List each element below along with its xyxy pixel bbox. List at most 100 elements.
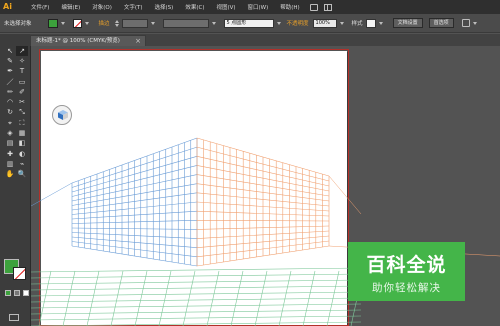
opacity-dropdown-icon[interactable]: [339, 21, 344, 25]
opacity-field[interactable]: 100%: [312, 18, 337, 28]
watermark-subtitle: 助你轻松解决: [372, 282, 441, 294]
ground-grid-horizontal: [31, 267, 362, 273]
stroke-dropdown-icon[interactable]: [84, 21, 89, 25]
tool-24-icon[interactable]: ✋: [4, 170, 16, 180]
ground-grid-horizontal: [31, 297, 362, 303]
tool-15-icon[interactable]: ⛶: [16, 118, 28, 128]
opacity-panel-link[interactable]: 不透明度: [287, 19, 309, 27]
document-tab-bar: 未标题-1* @ 100% (CMYK/预览) ×: [30, 34, 500, 46]
menu-file[interactable]: 文件(F): [25, 3, 55, 11]
ground-grid-vertical: [86, 270, 100, 326]
gradient-mode-button[interactable]: [14, 290, 20, 296]
brush-dropdown-icon[interactable]: [276, 21, 281, 25]
fill-dropdown-icon[interactable]: [60, 21, 65, 25]
panel-menu-icon[interactable]: [472, 21, 477, 25]
tool-9-icon[interactable]: ✐: [16, 87, 28, 97]
tool-13-icon[interactable]: ⤡: [16, 108, 28, 118]
ground-grid-horizontal: [31, 315, 362, 321]
tool-19-icon[interactable]: ◧: [16, 139, 28, 149]
tool-22-icon[interactable]: ▥: [4, 159, 16, 169]
stroke-panel-link[interactable]: 描边: [99, 19, 110, 27]
tool-12-icon[interactable]: ↻: [4, 108, 16, 118]
ground-grid-vertical: [278, 270, 292, 326]
menu-view[interactable]: 视图(V): [210, 3, 241, 11]
arrange-documents-icon[interactable]: [323, 3, 332, 11]
tool-8-icon[interactable]: ✏: [4, 87, 16, 97]
cube-icon: [58, 110, 68, 120]
menu-type[interactable]: 文字(T): [118, 3, 149, 11]
graphic-style-dropdown-icon[interactable]: [378, 21, 383, 25]
app-logo: Ai: [3, 2, 12, 11]
tool-2-icon[interactable]: ✎: [4, 56, 16, 66]
tools-panel: ↖ ↗ ✎ ✧ ✒ T ／ ▭ ✏ ✐ ◠ ✂ ↻ ⤡ ⌖ ⛶ ◈ ▦ ▤ ◧ ✚ ◐ ▥ ⌁ ✋ 🔍: [0, 34, 31, 326]
ground-grid-vertical: [134, 270, 148, 326]
menu-effect[interactable]: 效果(C): [179, 3, 210, 11]
menu-object[interactable]: 对象(O): [86, 3, 118, 11]
bridge-icon[interactable]: [309, 3, 318, 11]
menu-select[interactable]: 选择(S): [149, 3, 180, 11]
menu-bar: Ai 文件(F) 编辑(E) 对象(O) 文字(T) 选择(S) 效果(C) 视…: [0, 0, 500, 14]
tool-18-icon[interactable]: ▤: [4, 139, 16, 149]
align-options-icon[interactable]: [461, 19, 470, 27]
tool-16-icon[interactable]: ◈: [4, 128, 16, 138]
ground-grid-vertical: [110, 270, 124, 326]
document-setup-button[interactable]: 文档设置: [392, 18, 423, 28]
tab-close-icon[interactable]: ×: [135, 36, 141, 46]
screen-mode-icon[interactable]: [9, 314, 19, 321]
ground-grid-horizontal: [31, 303, 362, 309]
menu-window[interactable]: 窗口(W): [242, 3, 275, 11]
ground-grid-horizontal: [31, 321, 362, 326]
right-vanishing-guide: [328, 175, 362, 215]
stroke-weight-field[interactable]: [121, 18, 148, 28]
variable-width-field[interactable]: [162, 18, 209, 28]
color-mode-row: [5, 290, 29, 296]
stroke-weight-dropdown-icon[interactable]: [150, 21, 155, 25]
tool-11-icon[interactable]: ✂: [16, 97, 28, 107]
menu-edit[interactable]: 编辑(E): [55, 3, 86, 11]
variable-width-dropdown-icon[interactable]: [211, 21, 216, 25]
ground-grid-horizontal: [31, 273, 362, 279]
tool-6-icon[interactable]: ／: [4, 77, 16, 87]
ground-grid-horizontal: [31, 279, 362, 285]
tool-1-icon[interactable]: ↗: [16, 46, 28, 57]
color-mode-button[interactable]: [5, 290, 11, 296]
ground-grid-vertical: [158, 270, 172, 326]
style-label: 样式: [351, 21, 363, 27]
tool-10-icon[interactable]: ◠: [4, 97, 16, 107]
tool-20-icon[interactable]: ✚: [4, 149, 16, 159]
tool-7-icon[interactable]: ▭: [16, 77, 28, 87]
graphic-style-swatch[interactable]: [365, 18, 376, 28]
document-tab-title: 未标题-1* @ 100% (CMYK/预览): [36, 38, 120, 44]
menu-icons: [309, 3, 332, 11]
none-mode-button[interactable]: [23, 290, 29, 296]
ground-grid-vertical: [62, 270, 76, 326]
tool-4-icon[interactable]: ✒: [4, 67, 16, 77]
ground-grid-vertical: [254, 270, 268, 326]
control-bar: 未选择对象 描边 5 点圆形 不透明度 100% 样式 文档设置 首选项: [0, 14, 500, 33]
tool-21-icon[interactable]: ◐: [16, 149, 28, 159]
tool-5-icon[interactable]: T: [16, 67, 28, 77]
stroke-color-box[interactable]: [13, 267, 26, 280]
tool-grid: ↖ ↗ ✎ ✧ ✒ T ／ ▭ ✏ ✐ ◠ ✂ ↻ ⤡ ⌖ ⛶ ◈ ▦ ▤ ◧ ✚ ◐ ▥ ⌁ ✋ 🔍: [4, 46, 28, 180]
ground-grid-horizontal: [31, 309, 362, 315]
preferences-button[interactable]: 首选项: [428, 18, 454, 28]
tool-17-icon[interactable]: ▦: [16, 128, 28, 138]
left-vanishing-guide: [31, 182, 73, 207]
tool-0-icon[interactable]: ↖: [4, 46, 16, 56]
fill-color-swatch[interactable]: [47, 18, 58, 28]
menu-help[interactable]: 帮助(H): [274, 3, 305, 11]
stroke-weight-stepper-icon[interactable]: [114, 19, 120, 28]
watermark-title: 百科全说: [366, 254, 447, 276]
perspective-plane-widget[interactable]: [52, 105, 72, 125]
tool-25-icon[interactable]: 🔍: [16, 170, 28, 180]
tool-14-icon[interactable]: ⌖: [4, 118, 16, 128]
brush-definition-field[interactable]: 5 点圆形: [223, 18, 274, 28]
tool-23-icon[interactable]: ⌁: [16, 159, 28, 169]
ground-grid-vertical: [38, 270, 52, 326]
stroke-color-swatch[interactable]: [72, 18, 82, 28]
watermark-badge: 百科全说 助你轻松解决: [348, 242, 465, 301]
ground-grid-horizontal: [31, 291, 362, 297]
selection-status: 未选择对象: [4, 21, 32, 27]
document-tab[interactable]: 未标题-1* @ 100% (CMYK/预览) ×: [30, 35, 146, 46]
tool-3-icon[interactable]: ✧: [16, 56, 28, 66]
